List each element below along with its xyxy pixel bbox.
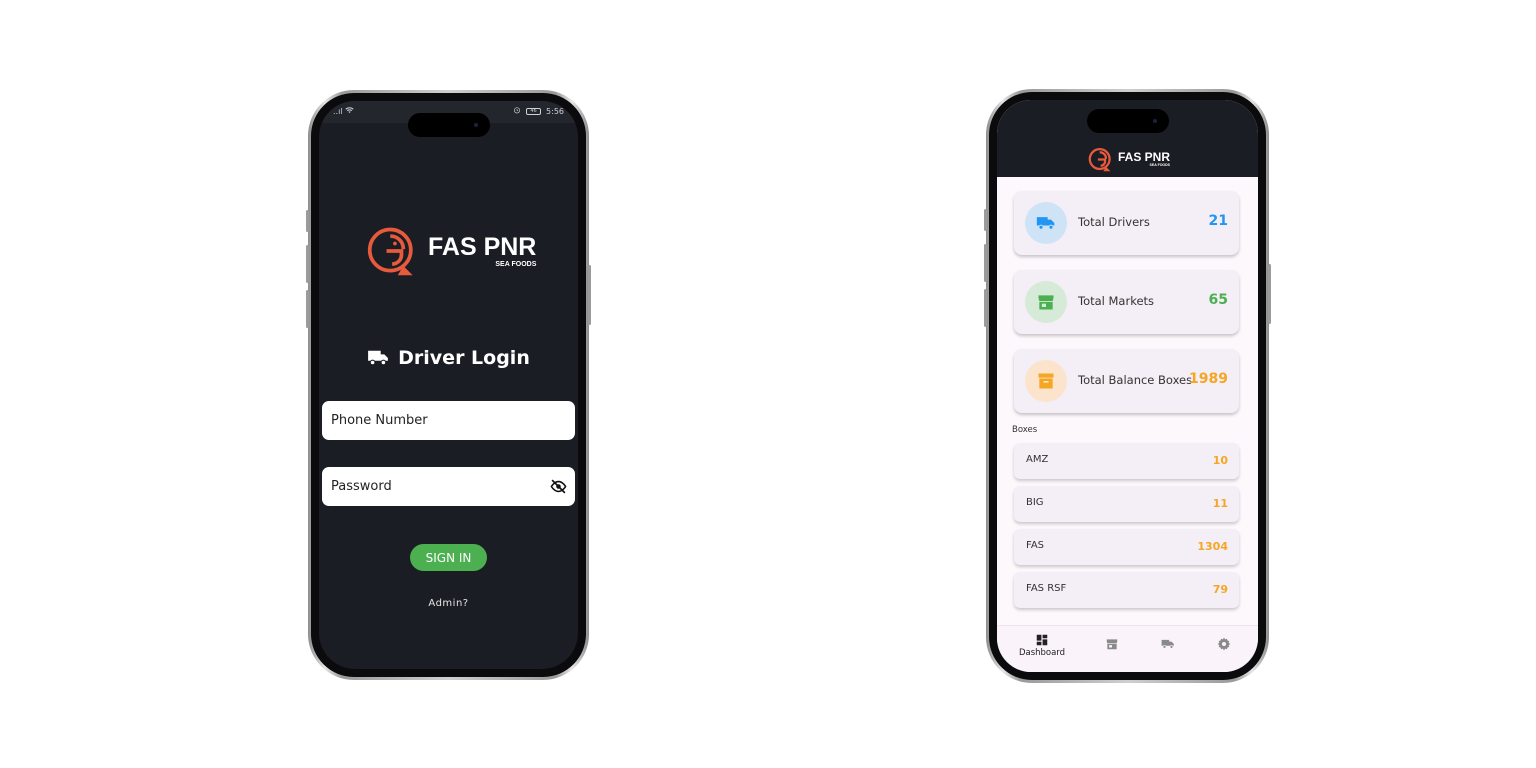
fish-logo-icon <box>367 227 413 276</box>
brand-name: FAS PNR <box>1118 150 1171 165</box>
wifi-icon <box>345 107 354 116</box>
store-icon <box>1038 295 1054 310</box>
status-time: 5:56 <box>546 106 564 116</box>
phone-number-placeholder: Phone Number <box>331 413 428 428</box>
truck-icon <box>1036 217 1055 230</box>
stat-icon-circle <box>1025 360 1067 402</box>
brand-logo: FAS PNR SEA FOODS <box>366 223 536 279</box>
box-count: 10 <box>1212 454 1228 467</box>
nav-settings[interactable] <box>1199 637 1249 651</box>
nav-dashboard[interactable]: Dashboard <box>1017 633 1067 658</box>
login-title: Driver Login <box>319 347 578 369</box>
eye-off-icon[interactable] <box>550 478 567 495</box>
status-bar-right: 46 5:56 <box>513 106 564 116</box>
dynamic-island <box>407 113 490 137</box>
phone-side-button <box>306 245 309 283</box>
phone-side-button <box>984 244 987 282</box>
box-name: AMZ <box>1026 454 1049 465</box>
box-name: BIG <box>1026 497 1044 508</box>
phone-side-button <box>306 290 309 328</box>
phone-number-input[interactable]: Phone Number <box>322 401 575 440</box>
stat-icon-circle <box>1025 202 1067 244</box>
boxes-section-label: Boxes <box>1012 425 1038 435</box>
bottom-navigation: Dashboard <box>997 625 1258 672</box>
box-count: 79 <box>1212 583 1228 596</box>
password-input[interactable]: Password <box>322 467 575 506</box>
brand-name: FAS PNR <box>428 232 537 261</box>
box-row[interactable]: FAS RSF 79 <box>1014 572 1239 608</box>
phone-bezel: ..ıl 46 5:56 FAS PNR SEA FOODS Driver Lo… <box>311 93 586 677</box>
phone-side-button <box>588 265 591 325</box>
box-name: FAS RSF <box>1026 583 1067 594</box>
login-screen: ..ıl 46 5:56 FAS PNR SEA FOODS Driver Lo… <box>319 101 578 669</box>
stat-icon-circle <box>1025 281 1067 323</box>
phone-bezel: FAS PNR SEA FOODS Total Drivers 21 Total… <box>989 92 1266 680</box>
truck-icon <box>368 350 389 366</box>
total-drivers-card[interactable]: Total Drivers 21 <box>1014 191 1239 255</box>
stat-value: 1989 <box>1189 371 1228 387</box>
signal-icon: ..ıl <box>333 107 343 116</box>
nav-markets[interactable] <box>1087 637 1137 651</box>
alarm-icon <box>513 106 521 116</box>
phone-side-button <box>984 209 987 231</box>
nav-drivers[interactable] <box>1143 637 1193 651</box>
brand-logo: FAS PNR SEA FOODS <box>1088 146 1170 173</box>
stat-label: Total Balance Boxes <box>1078 373 1193 387</box>
dashboard-phone-frame: FAS PNR SEA FOODS Total Drivers 21 Total… <box>984 89 1271 683</box>
box-row[interactable]: BIG 11 <box>1014 486 1239 522</box>
password-placeholder: Password <box>331 479 392 494</box>
box-name: FAS <box>1026 540 1045 551</box>
app-header: FAS PNR SEA FOODS <box>997 100 1258 177</box>
stat-value: 21 <box>1208 213 1228 229</box>
dashboard-screen: FAS PNR SEA FOODS Total Drivers 21 Total… <box>997 100 1258 672</box>
box-count: 1304 <box>1197 540 1228 553</box>
dashboard-icon <box>1036 634 1048 646</box>
login-title-text: Driver Login <box>398 347 530 369</box>
admin-link[interactable]: Admin? <box>319 598 578 609</box>
stat-label: Total Markets <box>1078 294 1155 308</box>
fish-logo-icon <box>1088 148 1111 172</box>
status-bar-left: ..ıl <box>333 106 354 116</box>
box-row[interactable]: AMZ 10 <box>1014 443 1239 479</box>
total-markets-card[interactable]: Total Markets 65 <box>1014 270 1239 334</box>
battery-indicator: 46 <box>526 107 542 115</box>
truck-icon <box>1161 639 1174 649</box>
phone-side-button <box>306 210 309 232</box>
brand-subtitle: SEA FOODS <box>1149 163 1171 168</box>
archive-box-icon <box>1038 373 1054 389</box>
box-row[interactable]: FAS 1304 <box>1014 529 1239 565</box>
phone-side-button <box>984 289 987 327</box>
dynamic-island <box>1086 109 1169 133</box>
gear-icon <box>1217 637 1231 651</box>
stat-value: 65 <box>1208 292 1228 308</box>
sign-in-button[interactable]: SIGN IN <box>410 544 487 571</box>
login-phone-frame: ..ıl 46 5:56 FAS PNR SEA FOODS Driver Lo… <box>306 90 591 680</box>
total-balance-boxes-card[interactable]: Total Balance Boxes 1989 <box>1014 349 1239 413</box>
stat-label: Total Drivers <box>1078 215 1150 229</box>
phone-side-button <box>1268 264 1271 324</box>
nav-dashboard-label: Dashboard <box>1018 648 1066 658</box>
brand-subtitle: SEA FOODS <box>495 260 537 268</box>
box-count: 11 <box>1212 497 1228 510</box>
store-icon <box>1106 639 1118 650</box>
